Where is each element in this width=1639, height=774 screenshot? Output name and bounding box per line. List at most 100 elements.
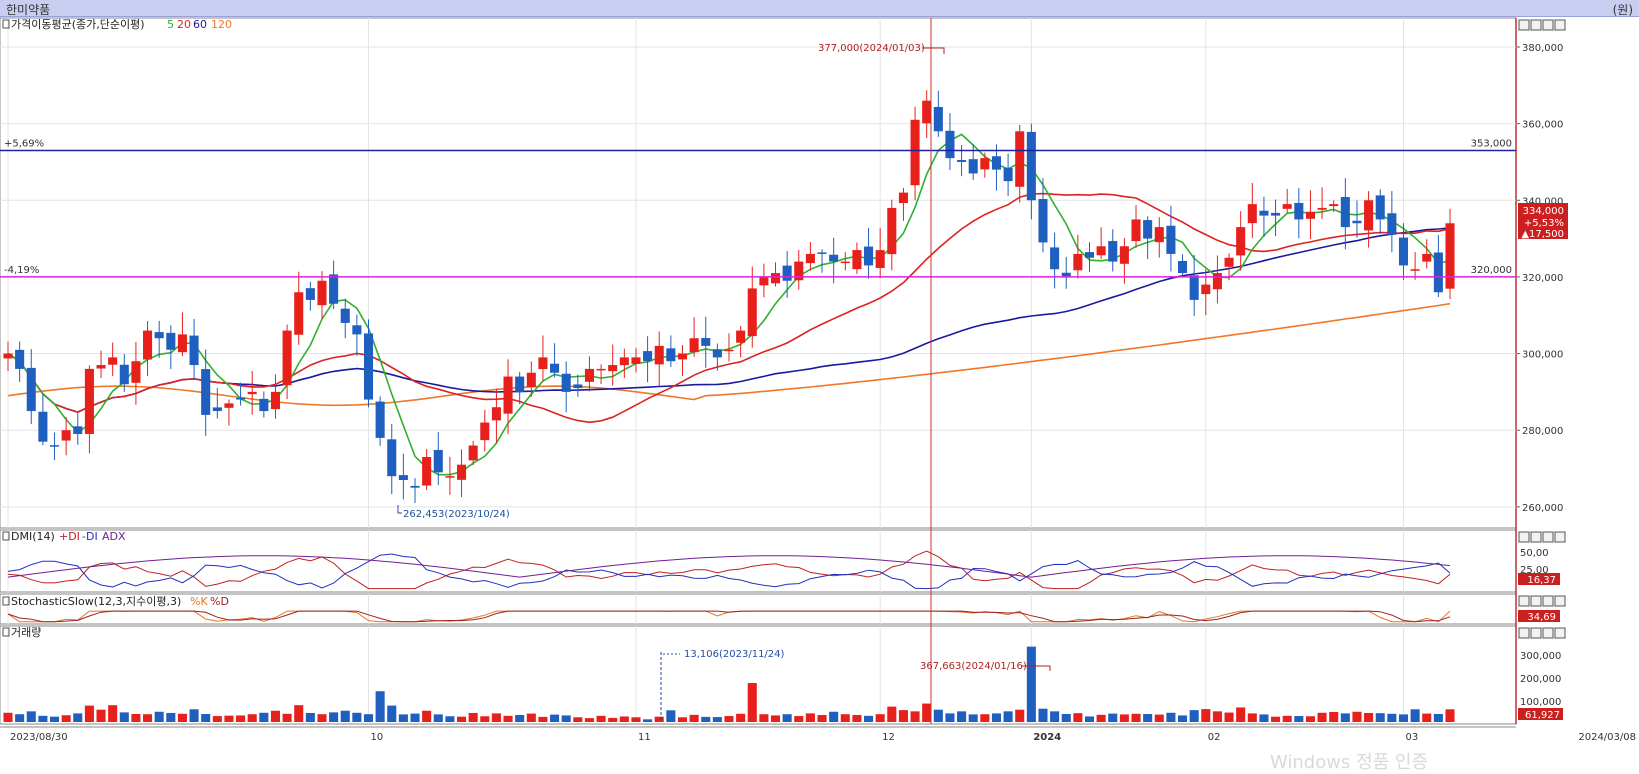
volume-bar <box>491 713 501 722</box>
volume-bar <box>1201 709 1211 722</box>
dmi-current-value: 16,37 <box>1527 575 1556 586</box>
volume-bar <box>619 716 629 722</box>
volume-bar <box>957 711 967 722</box>
current-change: ▲17,500 <box>1521 229 1564 240</box>
volume-bar <box>456 716 467 722</box>
candle-body <box>1305 211 1315 219</box>
xtick-label: 2024 <box>1033 732 1061 743</box>
x-axis: 2023/08/30 10 11 12 2024 02 03 2024/03/08 <box>0 726 1636 743</box>
candle-body <box>1398 237 1409 266</box>
candle-body <box>352 325 362 335</box>
panel-control-button[interactable] <box>1542 531 1554 543</box>
panel-control-button[interactable] <box>1542 19 1554 31</box>
candle-body <box>119 364 129 385</box>
panel-control-button[interactable] <box>1554 595 1566 607</box>
candle-body <box>1166 225 1176 254</box>
candle-body <box>433 449 443 473</box>
candle-body <box>945 130 955 159</box>
ma120-label: 120 <box>211 18 232 31</box>
candle-body <box>957 159 967 162</box>
y-axis: 380,000360,000340,000320,000300,000280,0… <box>1516 43 1563 514</box>
volume-bar <box>247 714 257 722</box>
volume-bar <box>1212 711 1222 722</box>
candle-body <box>410 485 420 488</box>
candle-body <box>840 261 850 264</box>
volume-bar <box>317 714 327 722</box>
candle-body <box>1201 284 1211 295</box>
candle-body <box>736 330 746 343</box>
panel-controls[interactable] <box>1518 19 1566 639</box>
volume-bar <box>840 714 850 722</box>
volume-bar <box>1445 709 1455 722</box>
volume-panel[interactable] <box>0 625 1517 725</box>
volume-bar <box>282 713 292 722</box>
volume-bar <box>1026 646 1036 722</box>
panel-control-button[interactable] <box>1530 531 1542 543</box>
candle-body <box>1329 204 1339 207</box>
panel-control-button[interactable] <box>1542 627 1554 639</box>
volume-bar <box>1154 714 1164 722</box>
candle-body <box>887 207 897 255</box>
volume-bar <box>1061 714 1071 722</box>
volume-bar <box>131 714 141 722</box>
candle-body <box>805 253 815 264</box>
candle-body <box>1026 131 1036 201</box>
volume-bar <box>154 711 164 722</box>
volume-bar <box>340 710 350 722</box>
price-panel[interactable] <box>0 17 1517 529</box>
ma20-label: 20 <box>177 18 191 31</box>
volume-bar <box>561 715 571 722</box>
candle-body <box>584 368 594 382</box>
candle-body <box>445 476 455 478</box>
volume-bar <box>96 709 106 722</box>
candle-body <box>550 363 560 373</box>
hline-353000-right-label: 353,000 <box>1471 138 1512 149</box>
candle-body <box>875 250 885 268</box>
volume-bar <box>1224 712 1234 722</box>
volume-bar <box>1166 712 1176 722</box>
candle-body <box>387 439 397 477</box>
volume-bar <box>538 716 548 722</box>
candle-body <box>1177 260 1188 274</box>
panel-control-button[interactable] <box>1518 531 1530 543</box>
panel-control-button[interactable] <box>1530 595 1542 607</box>
ma60-label: 60 <box>193 18 207 31</box>
candle-body <box>201 369 211 415</box>
stochastic-label: StochasticSlow(12,3,지수이평,3) <box>11 595 181 608</box>
candle-body <box>1038 199 1048 243</box>
panel-control-button[interactable] <box>1554 531 1566 543</box>
candle-body <box>363 333 374 400</box>
panel-control-button[interactable] <box>1518 627 1530 639</box>
volume-bar <box>736 713 746 722</box>
candle-body <box>177 334 187 353</box>
volume-bar <box>177 713 187 722</box>
volume-bar <box>945 713 955 722</box>
stock-chart[interactable]: 380,000360,000340,000320,000300,000280,0… <box>0 0 1639 770</box>
candle-body <box>503 376 513 414</box>
candle-body <box>643 351 653 362</box>
candle-body <box>282 330 292 386</box>
volume-bar <box>189 709 199 722</box>
panel-control-button[interactable] <box>1530 19 1542 31</box>
panel-control-button[interactable] <box>1530 627 1542 639</box>
candle-body <box>1410 269 1420 271</box>
xtick-label: 2024/03/08 <box>1578 732 1636 743</box>
volume-bar <box>410 713 420 722</box>
candle-body <box>143 330 153 360</box>
volume-bar <box>84 705 94 722</box>
panel-control-button[interactable] <box>1542 595 1554 607</box>
panel-control-button[interactable] <box>1518 595 1530 607</box>
candle-body <box>1236 227 1246 256</box>
candle-body <box>49 445 60 447</box>
panel-control-button[interactable] <box>1554 627 1566 639</box>
volume-bar <box>236 715 246 722</box>
panel-control-button[interactable] <box>1554 19 1566 31</box>
volume-bar <box>689 714 699 722</box>
candle-body <box>270 391 281 410</box>
panel-control-button[interactable] <box>1518 19 1530 31</box>
candle-body <box>608 365 618 372</box>
volume-bar <box>1282 715 1292 722</box>
volume-bar <box>49 716 60 722</box>
xtick-label: 02 <box>1208 732 1221 743</box>
dmi-tick-50: 50,00 <box>1520 548 1549 559</box>
